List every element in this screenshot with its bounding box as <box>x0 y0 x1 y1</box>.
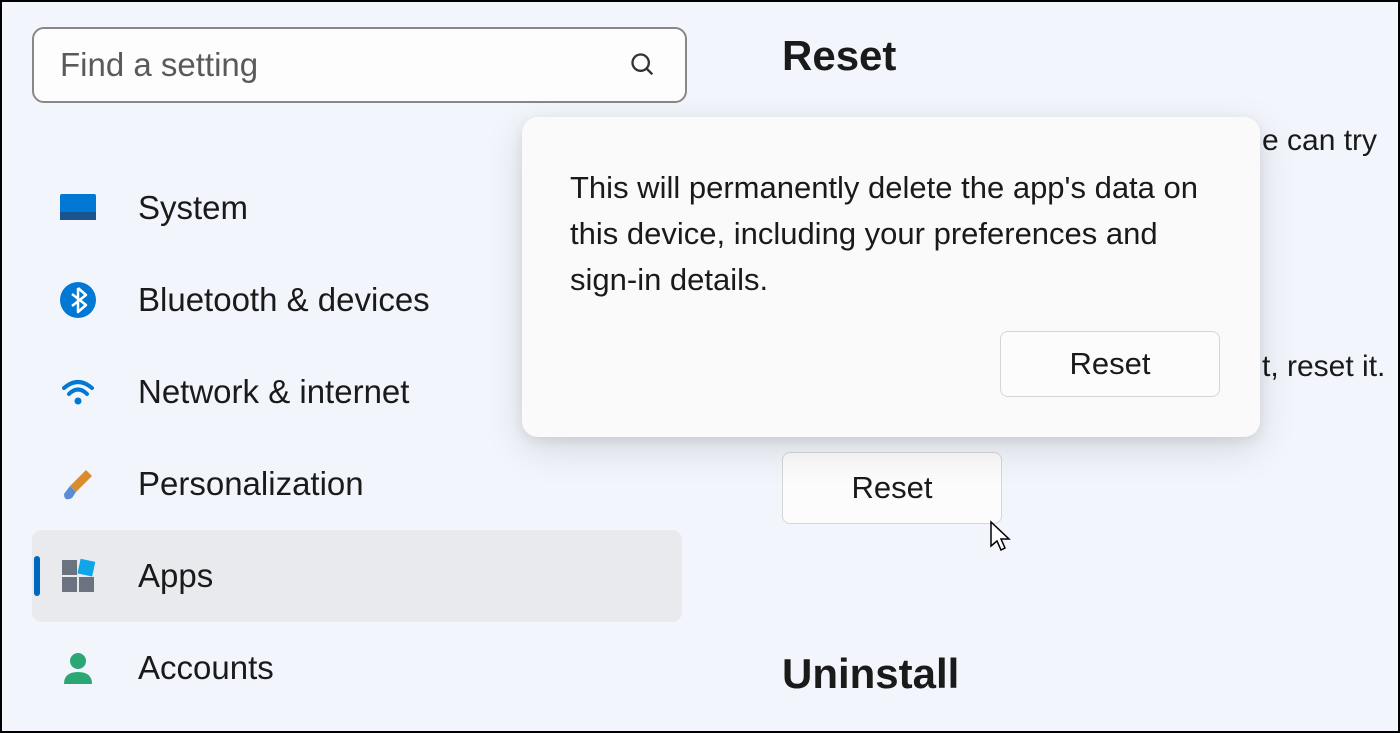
search-input[interactable] <box>32 27 687 103</box>
partial-text: e can try <box>1262 124 1377 158</box>
cursor-icon <box>987 520 1015 554</box>
wifi-icon <box>58 372 98 412</box>
person-icon <box>58 648 98 688</box>
reset-heading: Reset <box>782 32 1400 80</box>
sidebar-item-label: System <box>138 189 248 227</box>
sidebar-item-label: Apps <box>138 557 213 595</box>
uninstall-heading: Uninstall <box>782 650 959 698</box>
apps-icon <box>58 556 98 596</box>
confirm-reset-button[interactable]: Reset <box>1000 331 1220 397</box>
sidebar-item-accounts[interactable]: Accounts <box>32 622 682 714</box>
partial-text: t, reset it. <box>1262 350 1385 384</box>
sidebar-item-personalization[interactable]: Personalization <box>32 438 682 530</box>
sidebar-item-label: Accounts <box>138 649 274 687</box>
search-icon <box>629 51 657 79</box>
sidebar-item-label: Bluetooth & devices <box>138 281 430 319</box>
display-icon <box>58 188 98 228</box>
search-container <box>32 27 687 103</box>
reset-button[interactable]: Reset <box>782 452 1002 524</box>
sidebar-item-apps[interactable]: Apps <box>32 530 682 622</box>
sidebar-item-label: Network & internet <box>138 373 409 411</box>
reset-confirmation-popup: This will permanently delete the app's d… <box>522 117 1260 437</box>
sidebar-item-label: Personalization <box>138 465 364 503</box>
popup-message: This will permanently delete the app's d… <box>570 165 1212 303</box>
bluetooth-icon <box>58 280 98 320</box>
paintbrush-icon <box>58 464 98 504</box>
main-content: Reset <box>782 32 1400 98</box>
